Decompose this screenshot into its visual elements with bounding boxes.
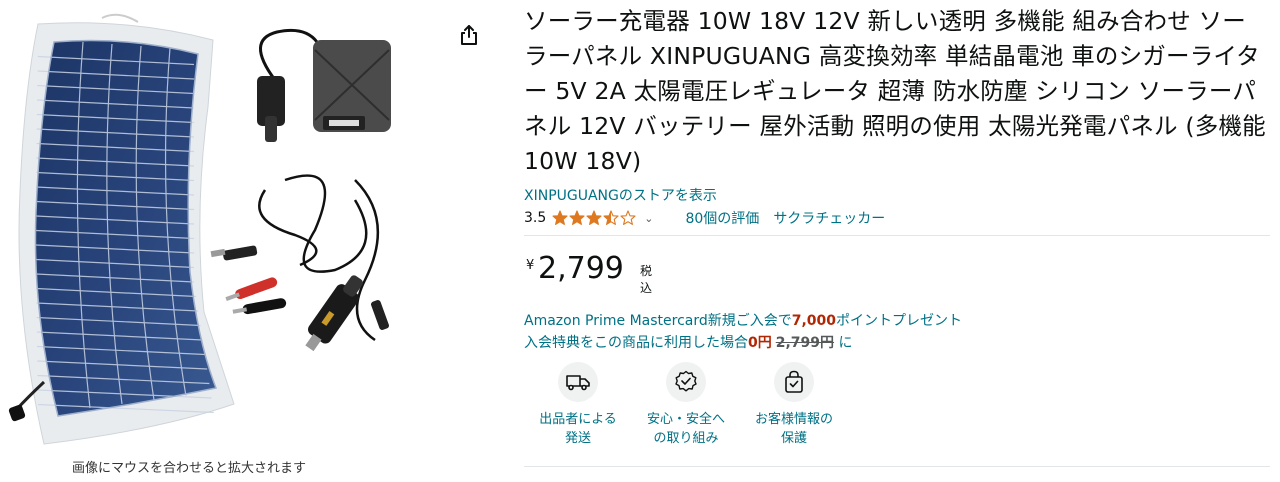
promo-text: に xyxy=(838,335,853,351)
feature-label: 出品者による 発送 xyxy=(539,412,617,446)
promo-text: Amazon Prime Mastercard新規ご入会で xyxy=(524,313,792,329)
feature-privacy[interactable]: お客様情報の 保護 xyxy=(740,362,848,448)
divider xyxy=(524,235,1270,236)
rating-value: 3.5 xyxy=(524,210,547,226)
secure-bag-icon xyxy=(785,370,803,393)
promo-points: 7,000 xyxy=(791,313,837,329)
currency-symbol: ¥ xyxy=(526,258,535,273)
prime-card-promo[interactable]: Amazon Prime Mastercard新規ご入会で7,000ポイントプレ… xyxy=(524,310,962,330)
star-rating[interactable] xyxy=(552,210,636,226)
tax-label: 税込 xyxy=(640,264,653,295)
sakura-checker-link[interactable]: サクラチェッカー xyxy=(773,208,885,228)
feature-label: お客様情報の 保護 xyxy=(754,412,833,446)
price-value: 2,799 xyxy=(538,251,624,286)
divider xyxy=(524,466,1270,467)
promo-text: 入会特典をこの商品に利用した場合 xyxy=(524,335,748,351)
rating-row: 3.5 ⌄ 80個の評価 サクラチェッカー xyxy=(524,207,885,229)
star-full-icon xyxy=(552,210,568,225)
shield-badge-icon xyxy=(675,370,697,392)
solar-panel-image[interactable] xyxy=(8,12,238,447)
promo-original-price: 2,799円 xyxy=(775,335,835,351)
star-empty-icon xyxy=(620,210,636,225)
promo-text: ポイントプレゼント xyxy=(836,313,963,329)
share-button[interactable] xyxy=(452,18,486,52)
review-count-link[interactable]: 80個の評価 xyxy=(685,208,759,228)
chevron-down-icon[interactable]: ⌄ xyxy=(644,212,653,225)
product-title: ソーラー充電器 10W 18V 12V 新しい透明 多機能 組み合わせ ソーラー… xyxy=(524,7,1266,175)
promo-benefit-price: 0円 xyxy=(748,335,772,351)
store-link[interactable]: XINPUGUANGのストアを表示 xyxy=(524,185,717,205)
truck-icon xyxy=(566,375,590,391)
accessories-image[interactable] xyxy=(205,20,405,360)
feature-seller-shipping[interactable]: 出品者による 発送 xyxy=(524,362,632,448)
feature-badges: 出品者による 発送 安心・安全へ の取り組み お客様情報の 保護 xyxy=(524,362,848,448)
star-full-icon xyxy=(586,210,602,225)
share-icon xyxy=(461,25,477,45)
image-zoom-hint: 画像にマウスを合わせると拡大されます xyxy=(72,461,307,476)
prime-card-benefit[interactable]: 入会特典をこの商品に利用した場合0円 2,799円 に xyxy=(524,332,853,352)
feature-safety[interactable]: 安心・安全へ の取り組み xyxy=(632,362,740,448)
product-image-area[interactable]: 画像にマウスを合わせると拡大されます xyxy=(0,0,440,482)
star-full-icon xyxy=(569,210,585,225)
feature-label: 安心・安全へ の取り組み xyxy=(646,412,725,446)
star-half-icon xyxy=(603,210,619,225)
